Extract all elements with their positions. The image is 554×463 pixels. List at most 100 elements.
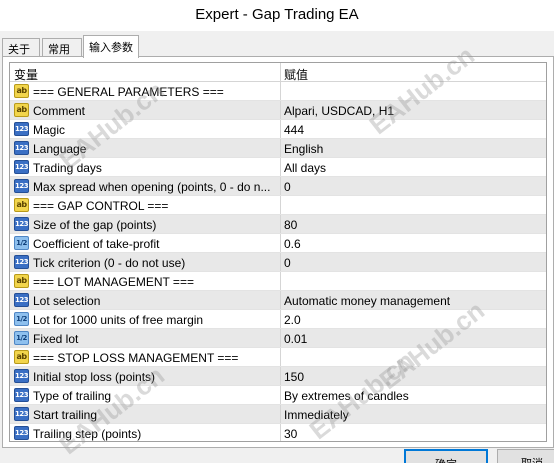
parameter-name-cell[interactable]: 123 Start trailing xyxy=(10,405,281,423)
parameter-value-cell[interactable]: 80 xyxy=(282,215,546,233)
parameter-row[interactable]: ab === GENERAL PARAMETERS === xyxy=(10,82,546,101)
cancel-button[interactable]: 取消 xyxy=(497,449,554,463)
integer-type-icon: 123 xyxy=(14,179,29,193)
parameter-name-cell[interactable]: 1/2 Coefficient of take-profit xyxy=(10,234,281,252)
parameter-value-cell[interactable] xyxy=(282,348,546,366)
parameter-name: Lot selection xyxy=(33,294,101,308)
parameter-name-cell[interactable]: 123 Magic xyxy=(10,120,281,138)
parameter-row[interactable]: 123 Trailing step (points) 30 xyxy=(10,424,546,441)
parameter-name-cell[interactable]: 123 Trading days xyxy=(10,158,281,176)
parameter-name: === GAP CONTROL === xyxy=(33,199,169,213)
parameter-name: Magic xyxy=(33,123,66,137)
parameter-name-cell[interactable]: ab Comment xyxy=(10,101,281,119)
parameter-value-cell[interactable]: English xyxy=(282,139,546,157)
ok-button[interactable]: 确定 xyxy=(404,449,488,463)
parameter-value-cell[interactable] xyxy=(282,82,546,100)
parameter-value: 0 xyxy=(284,256,291,270)
double-type-icon: 1/2 xyxy=(14,236,29,250)
parameter-row[interactable]: ab Comment Alpari, USDCAD, H1 xyxy=(10,101,546,120)
title-bar: Expert - Gap Trading EA xyxy=(0,0,554,31)
integer-type-icon: 123 xyxy=(14,160,29,174)
parameter-value-cell[interactable]: 2.0 xyxy=(282,310,546,328)
integer-type-icon: 123 xyxy=(14,122,29,136)
parameter-row[interactable]: 1/2 Coefficient of take-profit 0.6 xyxy=(10,234,546,253)
parameter-name-cell[interactable]: 123 Language xyxy=(10,139,281,157)
parameter-value-cell[interactable]: 0 xyxy=(282,253,546,271)
parameter-name: === LOT MANAGEMENT === xyxy=(33,275,194,289)
parameter-row[interactable]: ab === LOT MANAGEMENT === xyxy=(10,272,546,291)
integer-type-icon: 123 xyxy=(14,407,29,421)
parameter-name: Coefficient of take-profit xyxy=(33,237,160,251)
parameter-name-cell[interactable]: 1/2 Fixed lot xyxy=(10,329,281,347)
parameter-value-cell[interactable]: Automatic money management xyxy=(282,291,546,309)
parameter-row[interactable]: 123 Lot selection Automatic money manageme… xyxy=(10,291,546,310)
parameter-value-cell[interactable]: 0.6 xyxy=(282,234,546,252)
parameter-row[interactable]: 123 Trading days All days xyxy=(10,158,546,177)
parameter-name-cell[interactable]: 123 Lot selection xyxy=(10,291,281,309)
parameter-name-cell[interactable]: 123 Trailing step (points) xyxy=(10,424,281,441)
parameter-name-cell[interactable]: 1/2 Lot for 1000 units of free margin xyxy=(10,310,281,328)
parameter-value-cell[interactable]: 444 xyxy=(282,120,546,138)
parameter-value-cell[interactable]: 0 xyxy=(282,177,546,195)
parameter-value: All days xyxy=(284,161,327,175)
parameter-name: Type of trailing xyxy=(33,389,112,403)
parameter-name-cell[interactable]: 123 Type of trailing xyxy=(10,386,281,404)
parameter-name-cell[interactable]: 123 Max spread when opening (points, 0 - … xyxy=(10,177,281,195)
parameter-value-cell[interactable]: Immediately xyxy=(282,405,546,423)
parameter-value: Automatic money management xyxy=(284,294,451,308)
parameter-value: Alpari, USDCAD, H1 xyxy=(284,104,395,118)
parameter-row[interactable]: 1/2 Fixed lot 0.01 xyxy=(10,329,546,348)
parameter-row[interactable]: 123 Tick criterion (0 - do not use) 0 xyxy=(10,253,546,272)
parameter-row[interactable]: 123 Initial stop loss (points) 150 xyxy=(10,367,546,386)
parameter-row[interactable]: 123 Start trailing Immediately xyxy=(10,405,546,424)
parameter-name-cell[interactable]: ab === STOP LOSS MANAGEMENT === xyxy=(10,348,281,366)
parameter-name-cell[interactable]: 123 Size of the gap (points) xyxy=(10,215,281,233)
tab-input-parameters[interactable]: 输入参数 xyxy=(83,35,139,58)
string-type-icon: ab xyxy=(14,350,29,364)
integer-type-icon: 123 xyxy=(14,217,29,231)
parameter-row[interactable]: 123 Type of trailing By extremes of candle… xyxy=(10,386,546,405)
parameter-row[interactable]: ab === GAP CONTROL === xyxy=(10,196,546,215)
parameter-name-cell[interactable]: ab === GAP CONTROL === xyxy=(10,196,281,214)
integer-type-icon: 123 xyxy=(14,141,29,155)
parameter-value-cell[interactable]: 150 xyxy=(282,367,546,385)
parameter-value: 0 xyxy=(284,180,291,194)
tab-common[interactable]: 常用 xyxy=(42,38,82,57)
tab-strip: 关于 常用 输入参数 xyxy=(0,35,554,58)
column-header-value[interactable]: 赋值 xyxy=(282,63,546,81)
parameter-row[interactable]: 123 Magic 444 xyxy=(10,120,546,139)
parameter-name: Trading days xyxy=(33,161,102,175)
double-type-icon: 1/2 xyxy=(14,331,29,345)
parameter-name: Trailing step (points) xyxy=(33,427,142,441)
parameter-value: 444 xyxy=(284,123,305,137)
parameter-name-cell[interactable]: ab === GENERAL PARAMETERS === xyxy=(10,82,281,100)
parameter-row[interactable]: ab === STOP LOSS MANAGEMENT === xyxy=(10,348,546,367)
parameter-value: 0.01 xyxy=(284,332,308,346)
window-title: Expert - Gap Trading EA xyxy=(195,6,359,23)
parameter-value-cell[interactable] xyxy=(282,272,546,290)
column-header-variable-label: 变量 xyxy=(14,68,39,81)
parameter-value-cell[interactable]: All days xyxy=(282,158,546,176)
parameter-value-cell[interactable]: By extremes of candles xyxy=(282,386,546,404)
parameter-name: Max spread when opening (points, 0 - do … xyxy=(33,180,271,194)
parameter-row[interactable]: 123 Max spread when opening (points, 0 - … xyxy=(10,177,546,196)
parameter-value: 30 xyxy=(284,427,298,441)
parameter-value-cell[interactable]: 30 xyxy=(282,424,546,441)
parameter-name-cell[interactable]: 123 Initial stop loss (points) xyxy=(10,367,281,385)
parameter-name: Tick criterion (0 - do not use) xyxy=(33,256,186,270)
parameter-row[interactable]: 1/2 Lot for 1000 units of free margin 2.0 xyxy=(10,310,546,329)
grid-header: 变量 赋值 xyxy=(10,63,546,82)
parameter-value-cell[interactable]: Alpari, USDCAD, H1 xyxy=(282,101,546,119)
parameter-name: === GENERAL PARAMETERS === xyxy=(33,85,224,99)
parameter-name-cell[interactable]: ab === LOT MANAGEMENT === xyxy=(10,272,281,290)
parameter-row[interactable]: 123 Language English xyxy=(10,139,546,158)
parameter-value-cell[interactable]: 0.01 xyxy=(282,329,546,347)
parameter-value: 150 xyxy=(284,370,305,384)
column-header-variable[interactable]: 变量 xyxy=(10,63,281,81)
parameter-name-cell[interactable]: 123 Tick criterion (0 - do not use) xyxy=(10,253,281,271)
tab-about[interactable]: 关于 xyxy=(2,38,40,57)
integer-type-icon: 123 xyxy=(14,293,29,307)
integer-type-icon: 123 xyxy=(14,255,29,269)
parameter-value-cell[interactable] xyxy=(282,196,546,214)
parameter-row[interactable]: 123 Size of the gap (points) 80 xyxy=(10,215,546,234)
